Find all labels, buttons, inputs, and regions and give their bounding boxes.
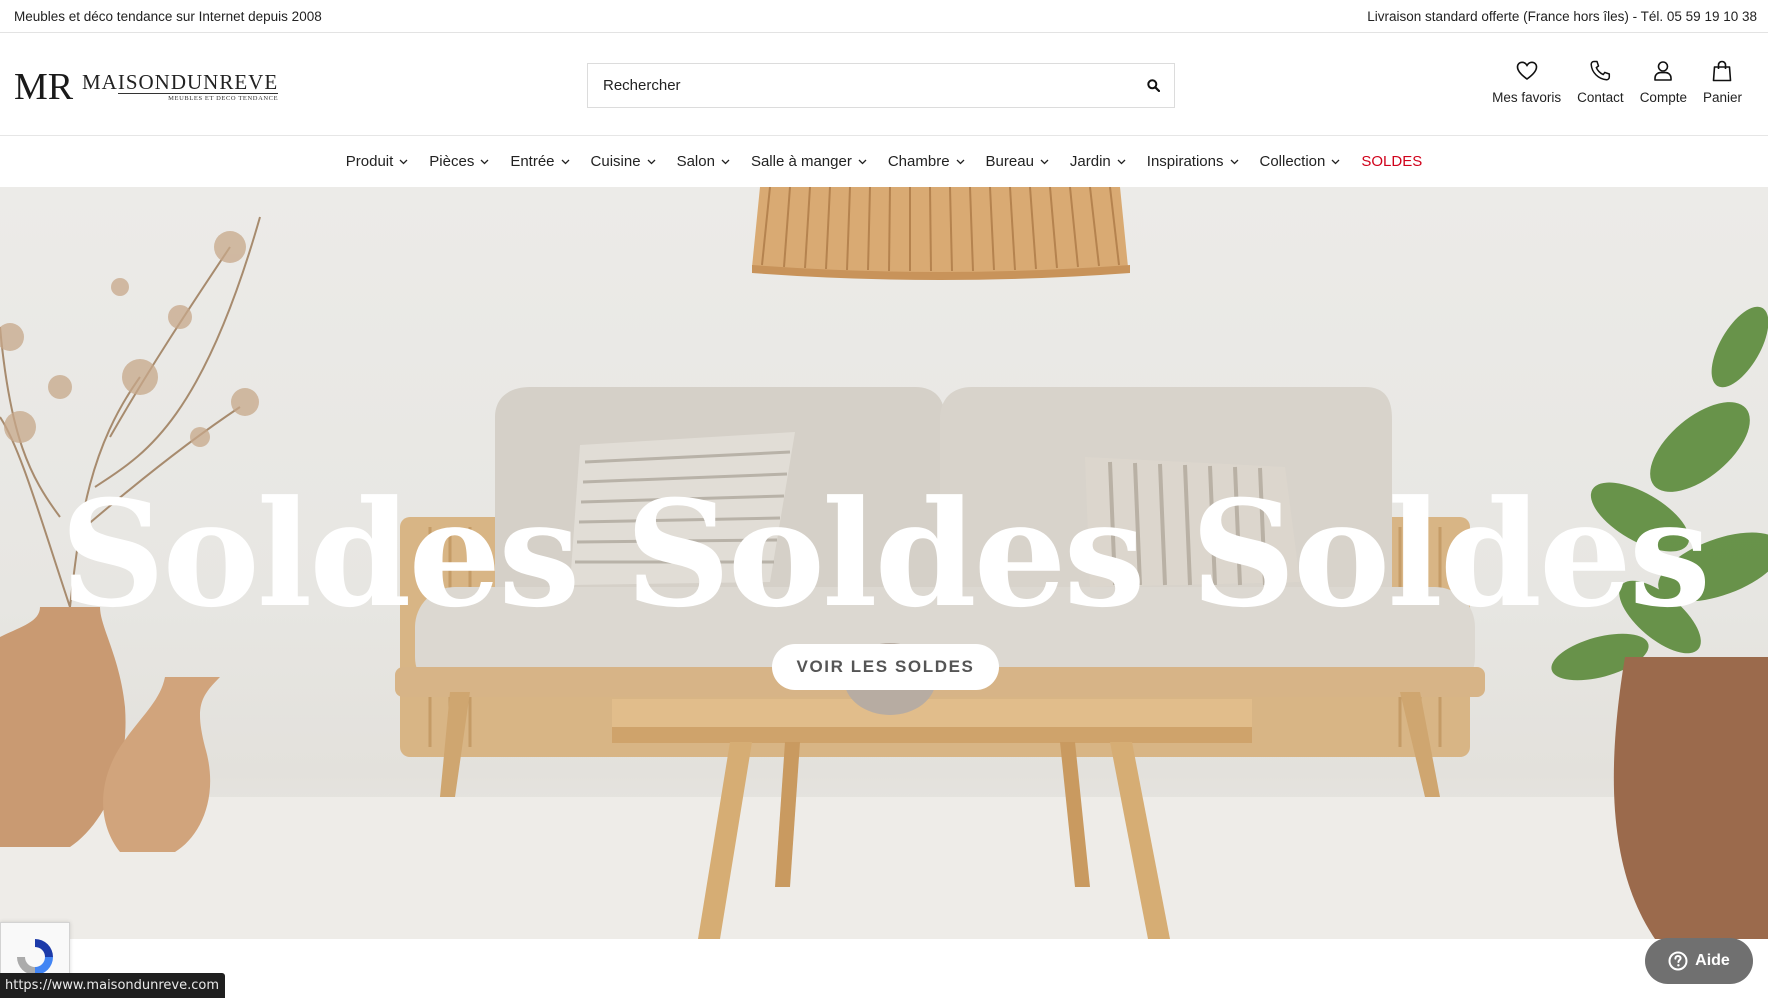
announcement-right: Livraison standard offerte (France hors … (1367, 8, 1757, 24)
nav-item-cuisine[interactable]: Cuisine (580, 153, 666, 170)
chevron-down-icon (399, 159, 408, 164)
nav-item-bureau[interactable]: Bureau (975, 153, 1059, 170)
search-input[interactable] (588, 64, 1132, 107)
nav-item-entree[interactable]: Entrée (500, 153, 580, 170)
nav-item-collection[interactable]: Collection (1249, 153, 1351, 170)
announcement-bar: Meubles et déco tendance sur Internet de… (0, 0, 1768, 33)
nav-item-soldes[interactable]: SOLDES (1351, 153, 1433, 170)
nav-item-inspirations[interactable]: Inspirations (1136, 153, 1249, 170)
chevron-down-icon (721, 159, 730, 164)
hero-title: Soldes Soldes Soldes (59, 469, 1711, 640)
chevron-down-icon (647, 159, 656, 164)
question-icon (1668, 951, 1688, 971)
chevron-down-icon (1230, 159, 1238, 164)
plant-pot (1613, 657, 1768, 939)
search-bar (587, 63, 1175, 108)
chevron-down-icon (480, 159, 489, 164)
help-label: Aide (1695, 952, 1730, 969)
logo-name: MAISONDUNREVE (82, 69, 279, 94)
header-actions: Mes favoris Contact Compte Panier (1484, 58, 1750, 105)
chevron-down-icon (858, 159, 867, 164)
search-icon (1146, 79, 1160, 92)
favorites-link[interactable]: Mes favoris (1484, 58, 1569, 105)
cart-link[interactable]: Panier (1695, 58, 1750, 105)
bag-icon (1713, 60, 1732, 82)
site-header: MR MAISONDUNREVE MEUBLES ET DECO TENDANC… (0, 33, 1768, 136)
contact-label: Contact (1577, 90, 1624, 105)
site-logo[interactable]: MR MAISONDUNREVE MEUBLES ET DECO TENDANC… (14, 67, 279, 105)
chevron-down-icon (956, 159, 965, 164)
help-button[interactable]: Aide (1645, 938, 1753, 984)
chevron-down-icon (1117, 159, 1126, 164)
status-bar-url: https://www.maisondunreve.com (0, 973, 226, 998)
cart-label: Panier (1702, 90, 1742, 105)
hero-banner[interactable]: Soldes Soldes Soldes VOIR LES SOLDES (0, 187, 1768, 939)
nav-item-salon[interactable]: Salon (666, 153, 740, 170)
logo-mark-icon: MR (14, 67, 74, 105)
contact-link[interactable]: Contact (1569, 58, 1632, 105)
account-label: Compte (1639, 90, 1687, 105)
announcement-left: Meubles et déco tendance sur Internet de… (14, 8, 322, 24)
chevron-down-icon (561, 159, 569, 164)
favorites-label: Mes favoris (1492, 90, 1562, 105)
nav-item-salle-a-manger[interactable]: Salle à manger (740, 153, 877, 170)
nav-item-pieces[interactable]: Pièces (419, 153, 500, 170)
pendant-lamp (752, 187, 1130, 280)
chevron-down-icon (1331, 159, 1340, 164)
view-sales-button[interactable]: VOIR LES SOLDES (772, 644, 999, 690)
logo-mark-text: MR (14, 67, 74, 105)
user-icon (1654, 61, 1673, 81)
phone-icon (1590, 60, 1611, 81)
main-navigation: Produit Pièces Entrée Cuisine Salon Sall… (0, 136, 1768, 187)
heart-icon (1516, 61, 1537, 80)
chevron-down-icon (1040, 159, 1049, 164)
nav-item-chambre[interactable]: Chambre (877, 153, 975, 170)
logo-tagline: MEUBLES ET DECO TENDANCE (118, 92, 279, 102)
account-link[interactable]: Compte (1632, 58, 1695, 105)
nav-item-produit[interactable]: Produit (335, 153, 419, 170)
search-button[interactable] (1132, 64, 1174, 107)
nav-item-jardin[interactable]: Jardin (1059, 153, 1136, 170)
